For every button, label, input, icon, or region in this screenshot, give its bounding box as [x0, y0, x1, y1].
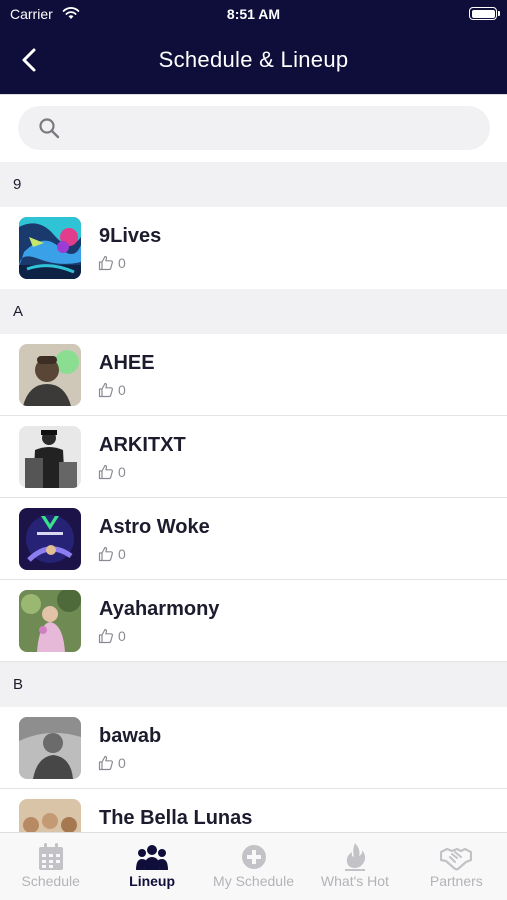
- like-button[interactable]: 0: [98, 254, 126, 272]
- tab-partners[interactable]: Partners: [406, 833, 507, 900]
- artist-photo: [19, 590, 81, 652]
- list-item[interactable]: The Bella Lunas 0: [0, 789, 507, 832]
- tab-lineup[interactable]: Lineup: [101, 833, 202, 900]
- artist-photo: [19, 508, 81, 570]
- like-count: 0: [118, 546, 126, 562]
- tab-bar: Schedule Lineup My Schedule What's Hot P…: [0, 832, 507, 900]
- tab-label: Lineup: [129, 873, 176, 889]
- people-icon: [136, 845, 169, 870]
- list-item[interactable]: ARKITXT 0: [0, 416, 507, 498]
- search-icon: [39, 118, 60, 139]
- list-item[interactable]: Astro Woke 0: [0, 498, 507, 580]
- tab-label: What's Hot: [320, 873, 389, 889]
- thumbs-up-icon: [98, 755, 113, 771]
- like-button[interactable]: 0: [98, 463, 126, 481]
- artist-name: AHEE: [99, 352, 155, 374]
- artist-name: Astro Woke: [99, 516, 210, 538]
- thumbs-up-icon: [98, 382, 113, 398]
- artist-photo: [19, 799, 81, 832]
- thumbs-up-icon: [98, 255, 113, 271]
- tab-schedule[interactable]: Schedule: [0, 833, 101, 900]
- section-header: 9: [0, 162, 507, 207]
- like-button[interactable]: 0: [98, 627, 126, 645]
- plus-circle-icon: [241, 845, 266, 869]
- list-item[interactable]: Ayaharmony 0: [0, 580, 507, 662]
- battery-icon: [469, 7, 500, 20]
- tab-my-schedule[interactable]: My Schedule: [203, 833, 304, 900]
- like-count: 0: [118, 464, 126, 480]
- artist-photo: [19, 344, 81, 406]
- thumbs-up-icon: [98, 546, 113, 562]
- artist-name: bawab: [99, 725, 162, 747]
- artist-photo: [19, 717, 81, 779]
- tab-label: My Schedule: [213, 873, 294, 889]
- like-count: 0: [118, 255, 126, 271]
- search-field[interactable]: [18, 106, 490, 150]
- like-count: 0: [118, 382, 126, 398]
- status-time: 8:51 AM: [226, 6, 281, 22]
- thumbs-up-icon: [98, 464, 113, 480]
- section-header: B: [0, 662, 507, 707]
- list-item[interactable]: AHEE 0: [0, 334, 507, 416]
- search-input[interactable]: [74, 106, 474, 150]
- artist-photo: [19, 426, 81, 488]
- artist-name: The Bella Lunas: [99, 807, 253, 829]
- section-header: A: [0, 289, 507, 334]
- search-bar: [0, 94, 507, 162]
- artist-name: Ayaharmony: [99, 598, 220, 620]
- calendar-icon: [38, 843, 63, 870]
- tab-label: Schedule: [21, 873, 80, 889]
- handshake-icon: [440, 847, 473, 871]
- like-button[interactable]: 0: [98, 545, 126, 563]
- thumbs-up-icon: [98, 628, 113, 644]
- list-item[interactable]: bawab 0: [0, 707, 507, 789]
- status-bar: Carrier 8:51 AM: [0, 0, 507, 28]
- flame-icon: [344, 843, 366, 871]
- page-title: Schedule & Lineup: [158, 47, 349, 72]
- tab-label: Partners: [429, 873, 483, 889]
- nav-header: Schedule & Lineup: [0, 28, 507, 94]
- list-item[interactable]: 9Lives 0: [0, 207, 507, 289]
- like-count: 0: [118, 755, 126, 771]
- like-button[interactable]: 0: [98, 754, 126, 772]
- artist-name: 9Lives: [99, 225, 162, 247]
- artist-photo: [19, 217, 81, 279]
- like-button[interactable]: 0: [98, 381, 126, 399]
- artist-name: ARKITXT: [99, 434, 186, 456]
- tab-whats-hot[interactable]: What's Hot: [304, 833, 405, 900]
- like-count: 0: [118, 628, 126, 644]
- lineup-list[interactable]: 9 9Lives 0 A AHEE 0 ARKITXT 0 Astro Woke…: [0, 162, 507, 832]
